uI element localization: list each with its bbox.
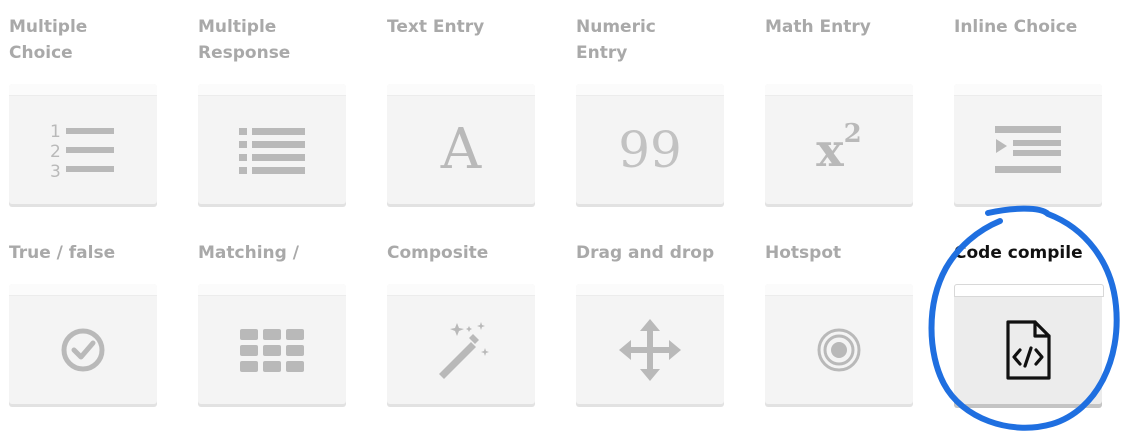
- composite-button[interactable]: [387, 284, 535, 404]
- svg-text:3: 3: [50, 162, 61, 181]
- superscript-glyph: 2: [843, 118, 862, 149]
- bulleted-list-icon: [198, 95, 346, 204]
- multiple-response-button[interactable]: [198, 84, 346, 204]
- number-99-icon: 99: [576, 95, 724, 204]
- drag-and-drop-button[interactable]: [576, 284, 724, 404]
- tile-label: Hotspot: [765, 243, 842, 263]
- code-compile-button[interactable]: [954, 284, 1104, 404]
- question-type-picker: Multiple Choice 1 2 3 Multiple Response: [0, 0, 1125, 431]
- code-file-icon: [954, 295, 1102, 404]
- letter-a-icon: A: [387, 95, 535, 204]
- matching-button[interactable]: [198, 284, 346, 404]
- tile-label: Drag and drop: [576, 243, 715, 263]
- x-squared-icon: x2: [765, 95, 913, 204]
- svg-text:2: 2: [50, 142, 61, 162]
- number-99-glyph: 99: [618, 120, 682, 179]
- tile-label: Inline Choice: [954, 17, 1078, 37]
- tile-label: Composite: [387, 243, 489, 263]
- tile-label: Multiple Response: [198, 17, 291, 63]
- tile-label: Matching /: [198, 243, 299, 263]
- move-arrows-icon: [576, 295, 724, 404]
- text-entry-button[interactable]: A: [387, 84, 535, 204]
- tile-label: True / false: [9, 243, 116, 263]
- tile-label: Numeric Entry: [576, 17, 656, 63]
- tile-label: Text Entry: [387, 17, 485, 37]
- ordered-list-icon: 1 2 3: [9, 95, 157, 204]
- tile-label: Code compile: [954, 243, 1083, 263]
- grid-icon: [198, 295, 346, 404]
- math-entry-button[interactable]: x2: [765, 84, 913, 204]
- true-false-button[interactable]: [9, 284, 157, 404]
- svg-text:1: 1: [50, 122, 61, 142]
- x-glyph: x: [816, 122, 844, 177]
- tile-label: Multiple Choice: [9, 17, 88, 63]
- numeric-entry-button[interactable]: 99: [576, 84, 724, 204]
- check-circle-icon: [9, 295, 157, 404]
- hotspot-button[interactable]: [765, 284, 913, 404]
- target-icon: [765, 295, 913, 404]
- indent-list-icon: [954, 95, 1102, 204]
- letter-a-glyph: A: [440, 116, 482, 182]
- multiple-choice-button[interactable]: 1 2 3: [9, 84, 157, 204]
- tile-label: Math Entry: [765, 17, 871, 37]
- inline-choice-button[interactable]: [954, 84, 1102, 204]
- magic-wand-icon: [387, 295, 535, 404]
